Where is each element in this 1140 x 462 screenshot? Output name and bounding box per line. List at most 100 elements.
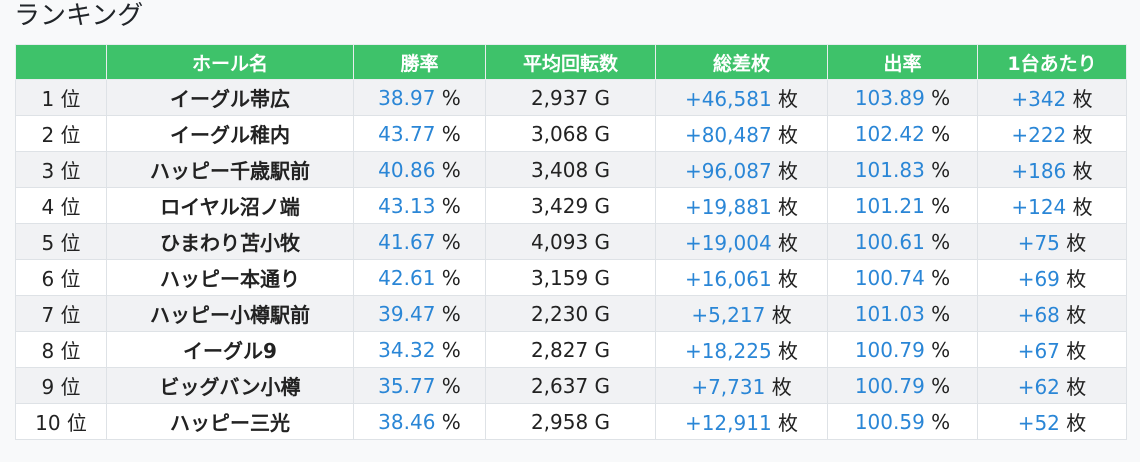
per-machine-value: +62 xyxy=(1017,375,1060,399)
percent-unit: % xyxy=(931,265,951,290)
coin-unit: 枚 xyxy=(778,267,799,291)
win-rate-value: 41.67 xyxy=(378,229,436,254)
total-diff-cell: +19,004 枚 xyxy=(655,223,828,260)
coin-unit: 枚 xyxy=(1066,375,1087,399)
total-diff-cell: +16,061 枚 xyxy=(655,259,828,296)
payout-rate-cell: 100.74 % xyxy=(827,259,978,296)
rank-cell: 1 位 xyxy=(15,79,107,116)
coin-unit: 枚 xyxy=(771,303,792,327)
percent-unit: % xyxy=(931,193,951,218)
header-per-machine: 1台あたり xyxy=(977,44,1127,80)
avg-spins-cell: 2,230 G xyxy=(485,295,656,332)
page-title: ランキング xyxy=(14,1,144,31)
win-rate-cell: 42.61 % xyxy=(353,259,486,296)
coin-unit: 枚 xyxy=(778,411,799,435)
win-rate-value: 43.77 xyxy=(378,121,436,146)
avg-spins-cell: 3,068 G xyxy=(485,115,656,152)
percent-unit: % xyxy=(931,373,951,398)
per-machine-cell: +75 枚 xyxy=(977,223,1127,260)
coin-unit: 枚 xyxy=(1066,267,1087,291)
per-machine-cell: +62 枚 xyxy=(977,367,1127,404)
win-rate-value: 43.13 xyxy=(378,193,436,218)
avg-spins-cell: 3,159 G xyxy=(485,259,656,296)
hall-name-cell: ビッグバン小樽 xyxy=(106,367,354,404)
payout-rate-value: 100.79 xyxy=(854,373,925,398)
hall-name-cell: ロイヤル沼ノ端 xyxy=(106,187,354,224)
win-rate-cell: 43.77 % xyxy=(353,115,486,152)
per-machine-value: +75 xyxy=(1017,231,1060,255)
percent-unit: % xyxy=(931,409,951,434)
coin-unit: 枚 xyxy=(1072,195,1093,219)
total-diff-cell: +46,581 枚 xyxy=(655,79,828,116)
rank-cell: 2 位 xyxy=(15,115,107,152)
payout-rate-cell: 100.79 % xyxy=(827,331,978,368)
per-machine-cell: +124 枚 xyxy=(977,187,1127,224)
percent-unit: % xyxy=(931,337,951,362)
ranking-page: ランキング ホール名 勝率 平均回転数 総差枚 出率 1台あたり 1 位イーグル… xyxy=(0,0,1140,462)
coin-unit: 枚 xyxy=(1072,123,1093,147)
table-row: 4 位ロイヤル沼ノ端 43.13 % 3,429 G +19,881 枚 101.21 … xyxy=(15,187,1127,224)
percent-unit: % xyxy=(441,409,461,434)
rank-cell: 9 位 xyxy=(15,367,107,404)
table-row: 8 位イーグル9 34.32 % 2,827 G +18,225 枚 100.79 % +… xyxy=(15,331,1127,368)
hall-name-cell: イーグル稚内 xyxy=(106,115,354,152)
per-machine-value: +52 xyxy=(1017,411,1060,435)
table-row: 5 位ひまわり苫小牧 41.67 % 4,093 G +19,004 枚 100.61 … xyxy=(15,223,1127,260)
win-rate-value: 38.46 xyxy=(378,409,436,434)
table-header-row: ホール名 勝率 平均回転数 総差枚 出率 1台あたり xyxy=(15,44,1127,80)
total-diff-cell: +80,487 枚 xyxy=(655,115,828,152)
percent-unit: % xyxy=(441,337,461,362)
ranking-table-body: 1 位イーグル帯広 38.97 % 2,937 G +46,581 枚 103.89 %… xyxy=(15,79,1127,440)
percent-unit: % xyxy=(931,229,951,254)
coin-unit: 枚 xyxy=(1072,87,1093,111)
total-diff-value: +18,225 xyxy=(684,339,772,363)
rank-cell: 4 位 xyxy=(15,187,107,224)
avg-spins-cell: 2,937 G xyxy=(485,79,656,116)
total-diff-value: +19,881 xyxy=(684,195,772,219)
per-machine-cell: +186 枚 xyxy=(977,151,1127,188)
coin-unit: 枚 xyxy=(771,375,792,399)
payout-rate-cell: 102.42 % xyxy=(827,115,978,152)
avg-spins-cell: 2,827 G xyxy=(485,331,656,368)
payout-rate-cell: 101.83 % xyxy=(827,151,978,188)
table-row: 7 位ハッピー小樽駅前 39.47 % 2,230 G +5,217 枚 101.03 … xyxy=(15,295,1127,332)
total-diff-value: +46,581 xyxy=(684,87,772,111)
payout-rate-cell: 101.03 % xyxy=(827,295,978,332)
avg-spins-cell: 3,408 G xyxy=(485,151,656,188)
avg-spins-cell: 2,958 G xyxy=(485,403,656,440)
total-diff-cell: +19,881 枚 xyxy=(655,187,828,224)
per-machine-value: +67 xyxy=(1017,339,1060,363)
rank-cell: 10 位 xyxy=(15,403,107,440)
avg-spins-cell: 4,093 G xyxy=(485,223,656,260)
payout-rate-value: 102.42 xyxy=(854,121,925,146)
win-rate-cell: 39.47 % xyxy=(353,295,486,332)
total-diff-value: +19,004 xyxy=(684,231,772,255)
total-diff-cell: +5,217 枚 xyxy=(655,295,828,332)
header-avg-spins: 平均回転数 xyxy=(485,44,656,80)
win-rate-value: 35.77 xyxy=(378,373,436,398)
coin-unit: 枚 xyxy=(778,195,799,219)
coin-unit: 枚 xyxy=(1066,411,1087,435)
per-machine-value: +222 xyxy=(1011,123,1067,147)
rank-cell: 8 位 xyxy=(15,331,107,368)
payout-rate-cell: 100.59 % xyxy=(827,403,978,440)
table-row: 3 位ハッピー千歳駅前 40.86 % 3,408 G +96,087 枚 101.83… xyxy=(15,151,1127,188)
percent-unit: % xyxy=(441,373,461,398)
coin-unit: 枚 xyxy=(778,87,799,111)
payout-rate-value: 100.59 xyxy=(854,409,925,434)
payout-rate-value: 103.89 xyxy=(854,85,925,110)
coin-unit: 枚 xyxy=(1066,339,1087,363)
per-machine-value: +186 xyxy=(1011,159,1067,183)
payout-rate-cell: 101.21 % xyxy=(827,187,978,224)
percent-unit: % xyxy=(441,265,461,290)
percent-unit: % xyxy=(441,229,461,254)
coin-unit: 枚 xyxy=(778,123,799,147)
win-rate-value: 38.97 xyxy=(378,85,436,110)
percent-unit: % xyxy=(931,121,951,146)
header-rank xyxy=(15,44,107,80)
win-rate-cell: 38.46 % xyxy=(353,403,486,440)
total-diff-cell: +7,731 枚 xyxy=(655,367,828,404)
win-rate-cell: 43.13 % xyxy=(353,187,486,224)
rank-cell: 7 位 xyxy=(15,295,107,332)
percent-unit: % xyxy=(931,157,951,182)
